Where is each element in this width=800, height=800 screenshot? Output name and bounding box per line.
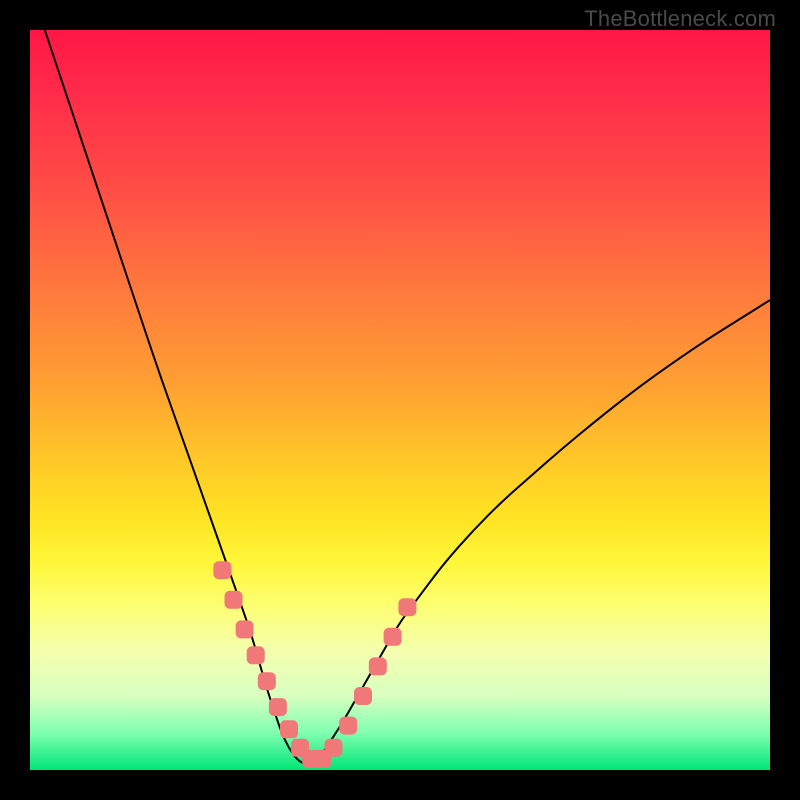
marker-layer [213,561,416,768]
data-marker [280,720,298,738]
curve-layer [45,30,770,764]
data-marker [236,620,254,638]
data-marker [258,672,276,690]
bottleneck-curve [45,30,770,764]
chart-frame: TheBottleneck.com [0,0,800,800]
data-marker [354,687,372,705]
data-marker [369,657,387,675]
data-marker [213,561,231,579]
data-marker [384,628,402,646]
data-marker [339,717,357,735]
data-marker [225,591,243,609]
data-marker [324,739,342,757]
data-marker [247,646,265,664]
watermark-text: TheBottleneck.com [584,6,776,32]
data-marker [398,598,416,616]
chart-svg [30,30,770,770]
data-marker [269,698,287,716]
